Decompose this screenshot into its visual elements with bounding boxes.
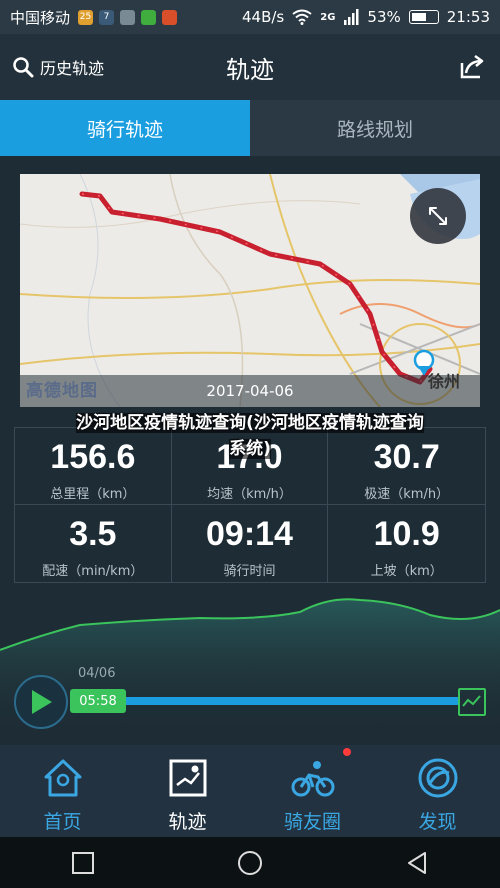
history-track-button[interactable]: 历史轨迹 — [12, 55, 104, 79]
app-header: 历史轨迹 轨迹 — [0, 34, 500, 100]
gallery-icon — [120, 9, 136, 25]
route-map[interactable]: 2017-04-06 高德地图 徐州 — [20, 174, 480, 407]
fullscreen-button[interactable] — [410, 188, 466, 244]
notification-icon: 25 — [78, 9, 94, 25]
battery-icon — [408, 10, 439, 24]
battery-percent: 53% — [367, 8, 401, 26]
playback-date: 04/06 — [78, 666, 116, 681]
track-icon — [169, 759, 206, 797]
nav-label: 轨迹 — [168, 811, 207, 833]
nav-rider-circle[interactable]: 骑友圈 — [250, 745, 375, 837]
tab-route-planning[interactable]: 路线规划 — [250, 100, 500, 156]
net-speed: 44B/s — [242, 8, 285, 26]
line-chart-icon — [462, 695, 481, 707]
recent-apps-icon[interactable] — [71, 851, 95, 875]
elevation-chart-button[interactable] — [458, 688, 486, 716]
stat-uphill: 10.9 上坡（km） — [328, 505, 485, 582]
back-icon[interactable] — [405, 851, 429, 875]
stat-label: 上坡（km） — [370, 564, 443, 579]
nav-label: 发现 — [418, 811, 457, 833]
elevation-profile — [0, 598, 500, 740]
stat-ride-time: 09:14 骑行时间 — [172, 505, 329, 582]
expand-icon — [429, 207, 447, 225]
wechat-icon — [141, 9, 157, 25]
playback-track[interactable] — [70, 697, 460, 705]
nav-label: 首页 — [43, 811, 82, 833]
search-icon — [13, 57, 34, 78]
bottom-navigation: 首页 轨迹 骑友圈 发现 — [0, 745, 500, 837]
signal-icon — [344, 9, 359, 25]
carrier-name: 中国移动 — [10, 8, 71, 27]
discover-icon — [418, 758, 457, 798]
play-icon — [32, 690, 52, 714]
tab-bar: 骑行轨迹 路线规划 — [0, 100, 500, 156]
home-icon — [44, 759, 81, 797]
stat-label: 配速（min/km） — [42, 564, 144, 579]
tab-riding-track[interactable]: 骑行轨迹 — [0, 100, 250, 156]
weibo-icon — [162, 9, 178, 25]
history-label: 历史轨迹 — [40, 59, 105, 78]
map-city-label: 徐州 — [427, 372, 460, 391]
app-icon: 7 — [99, 9, 115, 25]
stat-label: 均速（km/h） — [207, 487, 292, 502]
nav-label: 骑友圈 — [283, 811, 341, 833]
stat-pace: 3.5 配速（min/km） — [15, 505, 172, 582]
stat-value: 10.9 — [373, 515, 440, 553]
map-provider-logo: 高德地图 — [26, 381, 98, 401]
system-navigation-bar — [0, 837, 500, 888]
network-type: 2G — [320, 11, 336, 23]
playback-time-handle[interactable]: 05:58 — [70, 689, 126, 713]
stat-label: 总里程（km） — [50, 487, 136, 502]
notification-dot — [343, 748, 351, 756]
stat-label: 极速（km/h） — [364, 487, 450, 502]
nav-track[interactable]: 轨迹 — [125, 745, 250, 837]
home-button-icon[interactable] — [236, 849, 264, 877]
nav-home[interactable]: 首页 — [0, 745, 125, 837]
cyclist-icon — [291, 761, 334, 797]
nav-discover[interactable]: 发现 — [375, 745, 500, 837]
wifi-icon — [292, 9, 312, 25]
clock: 21:53 — [446, 8, 490, 26]
share-icon[interactable] — [458, 53, 486, 81]
status-bar: 中国移动 25 7 44B/s 2G 53% 21:53 — [0, 0, 500, 34]
stat-value: 3.5 — [69, 515, 117, 553]
caption-text: 沙河地区疫情轨迹查询(沙河地区疫情轨迹查询系统) — [76, 413, 424, 459]
overlay-caption: 沙河地区疫情轨迹查询(沙河地区疫情轨迹查询系统) — [70, 410, 430, 462]
stat-value: 09:14 — [206, 515, 293, 553]
stat-label: 骑行时间 — [223, 564, 276, 579]
play-button[interactable] — [14, 675, 68, 729]
